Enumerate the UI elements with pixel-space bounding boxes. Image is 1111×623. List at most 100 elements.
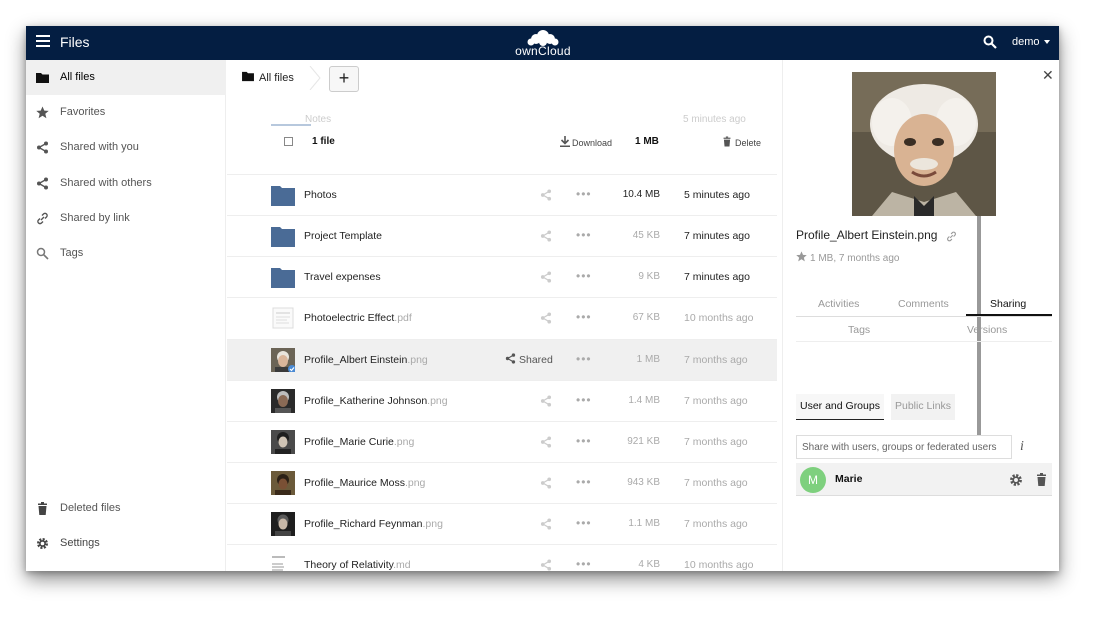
share-icon[interactable]: [540, 230, 552, 242]
table-row[interactable]: Profile_Albert Einstein.png Shared ••• 1…: [227, 339, 777, 380]
sidebar-item-label: Favorites: [60, 106, 106, 118]
folder-icon: [271, 227, 295, 247]
delete-button[interactable]: Delete: [722, 136, 761, 148]
more-actions-icon[interactable]: •••: [576, 310, 592, 324]
gear-icon[interactable]: [1009, 473, 1023, 487]
folder-icon: [271, 268, 295, 288]
more-actions-icon[interactable]: •••: [576, 269, 592, 283]
tab-sharing[interactable]: Sharing: [990, 298, 1026, 310]
details-tabs-secondary: Tags Versions: [796, 318, 1052, 342]
shared-indicator[interactable]: Shared: [505, 353, 553, 366]
file-name: Profile_Richard Feynman: [304, 518, 423, 530]
tab-comments[interactable]: Comments: [898, 298, 949, 310]
sidebar-item-deleted-files[interactable]: Deleted files: [26, 491, 226, 526]
sidebar-item-label: Settings: [60, 537, 100, 549]
table-row[interactable]: Photos ••• 10.4 MB 5 minutes ago: [227, 174, 777, 215]
star-icon: [36, 106, 49, 119]
trash-icon[interactable]: [1036, 473, 1047, 486]
new-button[interactable]: +: [329, 66, 359, 92]
share-icon[interactable]: [540, 271, 552, 283]
file-size: 45 KB: [632, 230, 660, 241]
breadcrumb-all-files[interactable]: All files: [242, 71, 294, 84]
tab-versions[interactable]: Versions: [967, 324, 1007, 336]
file-size: 9 KB: [638, 271, 660, 282]
table-row[interactable]: Photoelectric Effect.pdf ••• 67 KB 10 mo…: [227, 297, 777, 338]
file-name: Photos: [304, 189, 337, 201]
active-tab-indicator: [966, 314, 1052, 316]
avatar: M: [800, 467, 826, 493]
sidebar-item-shared-with-others[interactable]: Shared with others: [26, 166, 226, 201]
file-name: Profile_Maurice Moss: [304, 477, 405, 489]
file-size: 943 KB: [627, 477, 660, 488]
more-actions-icon[interactable]: •••: [576, 475, 592, 489]
share-user-name: Marie: [835, 473, 863, 485]
tab-activities[interactable]: Activities: [818, 298, 859, 310]
table-row[interactable]: Travel expenses ••• 9 KB 7 minutes ago: [227, 256, 777, 297]
file-modified: 7 months ago: [684, 518, 748, 530]
file-size: 1.4 MB: [628, 395, 660, 406]
table-row[interactable]: Theory of Relativity.md ••• 4 KB 10 mont…: [227, 544, 777, 571]
more-actions-icon[interactable]: •••: [576, 434, 592, 448]
download-button[interactable]: Download: [560, 136, 612, 148]
more-actions-icon[interactable]: •••: [576, 393, 592, 407]
more-actions-icon[interactable]: •••: [576, 187, 592, 201]
subtab-public-links[interactable]: Public Links: [891, 394, 956, 420]
select-all-checkbox[interactable]: [284, 137, 293, 146]
table-row[interactable]: Profile_Marie Curie.png ••• 921 KB 7 mon…: [227, 421, 777, 462]
more-actions-icon[interactable]: •••: [576, 516, 592, 530]
table-row[interactable]: Profile_Katherine Johnson.png ••• 1.4 MB…: [227, 380, 777, 421]
gear-icon: [37, 538, 48, 549]
file-modified: 7 minutes ago: [684, 271, 750, 283]
sidebar-item-label: Tags: [60, 247, 84, 259]
logo-text: ownCloud: [515, 44, 571, 58]
more-actions-icon[interactable]: •••: [576, 557, 592, 571]
file-size: 1.1 MB: [628, 518, 660, 529]
file-extension: .png: [407, 354, 428, 366]
photo-thumbnail: [271, 471, 295, 495]
sidebar-item-all-files[interactable]: All files: [26, 60, 226, 95]
tab-tags[interactable]: Tags: [848, 324, 870, 336]
app-title: Files: [60, 34, 90, 50]
close-icon[interactable]: ✕: [1042, 67, 1054, 84]
file-size: 10.4 MB: [622, 189, 660, 200]
share-icon[interactable]: [540, 436, 552, 448]
ghost-file-time: 5 minutes ago: [683, 114, 746, 125]
star-icon[interactable]: [796, 251, 807, 262]
sidebar-item-settings[interactable]: Settings: [26, 526, 226, 561]
photo-thumbnail: [271, 348, 295, 372]
sidebar-item-favorites[interactable]: Favorites: [26, 95, 226, 130]
details-panel: ✕ Profile_Albert Einstein.png 1 MB, 7 mo…: [782, 60, 1059, 571]
subtab-user-and-groups[interactable]: User and Groups: [796, 394, 884, 420]
share-icon: [37, 177, 48, 190]
file-extension: .png: [404, 477, 426, 489]
sidebar-item-shared-by-link[interactable]: Shared by link: [26, 201, 226, 236]
user-menu[interactable]: demo: [1012, 36, 1050, 48]
info-icon[interactable]: i: [1020, 439, 1024, 455]
table-row[interactable]: Project Template ••• 45 KB 7 minutes ago: [227, 215, 777, 256]
download-label: Download: [572, 138, 613, 148]
share-icon[interactable]: [540, 518, 552, 530]
app-window: Files ownCloud demo All files Favorites …: [26, 26, 1059, 571]
share-icon[interactable]: [540, 477, 552, 489]
more-actions-icon[interactable]: •••: [576, 228, 592, 242]
table-row[interactable]: Profile_Richard Feynman.png ••• 1.1 MB 7…: [227, 503, 777, 544]
file-extension: .png: [422, 518, 443, 530]
search-icon[interactable]: [983, 35, 997, 49]
sidebar-item-tags[interactable]: Tags: [26, 236, 226, 271]
share-icon[interactable]: [540, 559, 552, 571]
sidebar-item-shared-with-you[interactable]: Shared with you: [26, 130, 226, 165]
breadcrumb-label: All files: [259, 72, 294, 84]
sidebar-item-label: Shared with you: [60, 141, 139, 153]
sidebar-item-label: Deleted files: [60, 502, 121, 514]
table-row[interactable]: Profile_Maurice Moss.png ••• 943 KB 7 mo…: [227, 462, 777, 503]
link-icon[interactable]: [946, 231, 957, 242]
hamburger-menu-icon[interactable]: [36, 35, 50, 49]
folder-icon: [242, 71, 254, 82]
share-icon[interactable]: [540, 395, 552, 407]
more-actions-icon[interactable]: •••: [576, 352, 592, 366]
share-input[interactable]: Share with users, groups or federated us…: [796, 435, 1012, 459]
owncloud-logo[interactable]: ownCloud: [510, 28, 576, 58]
share-icon[interactable]: [540, 189, 552, 201]
trash-icon: [723, 136, 731, 147]
share-icon[interactable]: [540, 312, 552, 324]
